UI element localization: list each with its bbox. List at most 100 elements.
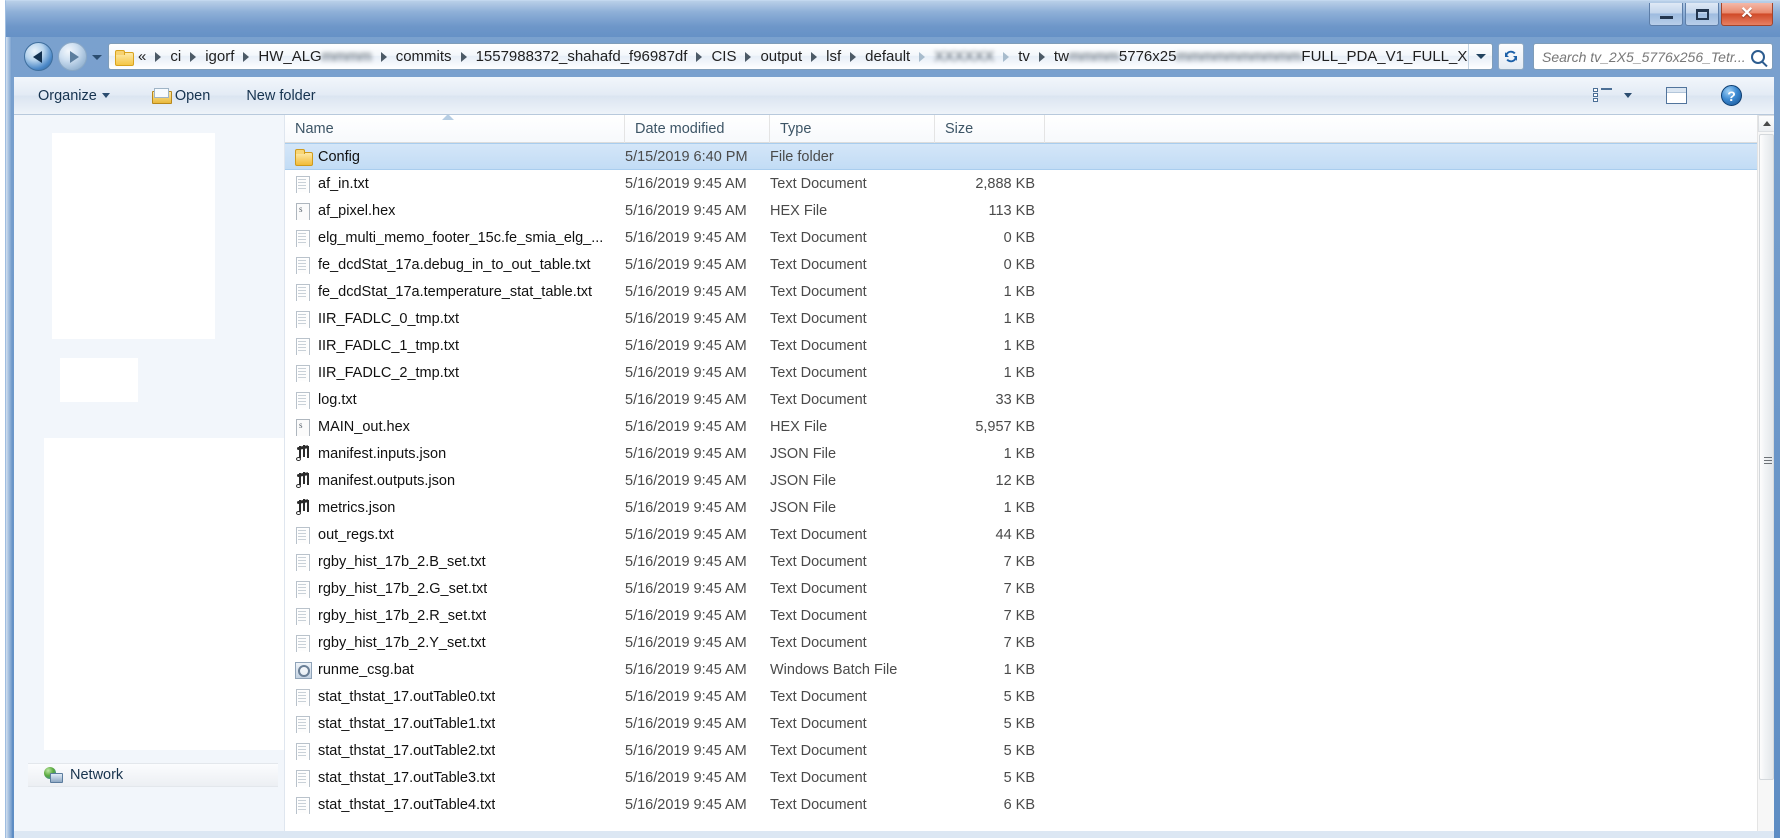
file-type-cell: Windows Batch File: [770, 661, 898, 678]
breadcrumb-separator-icon: [1038, 51, 1045, 62]
table-row[interactable]: stat_thstat_17.outTable0.txt 5/16/2019 9:…: [285, 683, 1774, 710]
table-row[interactable]: fe_dcdStat_17a.debug_in_to_out_table.txt…: [285, 251, 1774, 278]
breadcrumb-overflow[interactable]: «: [135, 44, 149, 69]
redacted-text: XXXXXX: [934, 48, 995, 65]
table-row[interactable]: af_in.txt 5/16/2019 9:45 AM Text Document 2…: [285, 170, 1774, 197]
table-row[interactable]: rgby_hist_17b_2.G_set.txt 5/16/2019 9:45 …: [285, 575, 1774, 602]
file-size-cell: 2,888 KB: [975, 175, 1035, 192]
table-row[interactable]: metrics.json 5/16/2019 9:45 AM JSON File 1 …: [285, 494, 1774, 521]
scroll-up-button[interactable]: [1758, 115, 1774, 132]
text-file-icon: [295, 553, 310, 571]
file-name-cell: af_in.txt: [285, 175, 625, 193]
maximize-button[interactable]: [1685, 3, 1719, 26]
file-name-label: rgby_hist_17b_2.R_set.txt: [318, 607, 487, 624]
refresh-button[interactable]: [1498, 43, 1524, 70]
table-row[interactable]: manifest.inputs.json 5/16/2019 9:45 AM JSO…: [285, 440, 1774, 467]
breadcrumb-separator-icon: [919, 51, 926, 62]
file-name-cell: manifest.inputs.json: [285, 444, 625, 463]
forward-button[interactable]: [58, 42, 87, 71]
breadcrumb-item-commit-hash[interactable]: 1557988372_shahafd_f96987df: [473, 44, 691, 69]
file-name-cell: IIR_FADLC_0_tmp.txt: [285, 310, 625, 328]
file-name-label: rgby_hist_17b_2.Y_set.txt: [318, 634, 486, 651]
file-size-cell: 5 KB: [1003, 688, 1035, 705]
organize-button[interactable]: Organize: [28, 84, 120, 108]
table-row[interactable]: rgby_hist_17b_2.Y_set.txt 5/16/2019 9:45 …: [285, 629, 1774, 656]
breadcrumb-item-hwalg[interactable]: HW_ALGmmmm: [255, 44, 374, 69]
title-bar-glass: [6, 1, 1780, 37]
search-box[interactable]: Search tv_2X5_5776x256_Tetr...: [1533, 43, 1773, 70]
close-icon: ✕: [1740, 5, 1754, 22]
text-file-icon: [295, 256, 310, 274]
file-type-cell: Text Document: [770, 337, 867, 354]
file-name-label: log.txt: [318, 391, 357, 408]
file-date-cell: 5/16/2019 9:45 AM: [625, 256, 747, 273]
column-header-name[interactable]: Name: [285, 115, 625, 143]
column-header-type[interactable]: Type: [770, 115, 935, 143]
column-header-size[interactable]: Size: [935, 115, 1045, 143]
network-icon: [44, 767, 63, 783]
file-date-cell: 5/16/2019 9:45 AM: [625, 418, 747, 435]
help-button[interactable]: ?: [1711, 81, 1752, 110]
table-row[interactable]: elg_multi_memo_footer_15c.fe_smia_elg_..…: [285, 224, 1774, 251]
file-date-cell: 5/16/2019 9:45 AM: [625, 202, 747, 219]
breadcrumb-item-lsf[interactable]: lsf: [823, 44, 844, 69]
navigation-pane[interactable]: Network: [14, 115, 285, 831]
scrollbar-thumb[interactable]: [1759, 134, 1774, 780]
file-name-label: stat_thstat_17.outTable0.txt: [318, 688, 496, 705]
search-input[interactable]: Search tv_2X5_5776x256_Tetr...: [1542, 49, 1751, 65]
table-row[interactable]: stat_thstat_17.outTable2.txt 5/16/2019 9:…: [285, 737, 1774, 764]
change-view-button[interactable]: [1583, 84, 1642, 108]
table-row[interactable]: stat_thstat_17.outTable4.txt 5/16/2019 9:…: [285, 791, 1774, 818]
text-file-icon: [295, 310, 310, 328]
breadcrumb-item-output[interactable]: output: [757, 44, 805, 69]
breadcrumb-item-default[interactable]: default: [862, 44, 913, 69]
table-row[interactable]: stat_thstat_17.outTable3.txt 5/16/2019 9:…: [285, 764, 1774, 791]
minimize-button[interactable]: [1649, 3, 1683, 26]
table-row[interactable]: rgby_hist_17b_2.R_set.txt 5/16/2019 9:45 …: [285, 602, 1774, 629]
vertical-scrollbar[interactable]: [1757, 115, 1774, 831]
file-type-cell: HEX File: [770, 418, 828, 435]
breadcrumb-item-redacted[interactable]: XXXXXX: [931, 44, 997, 69]
breadcrumb-item-igorf[interactable]: igorf: [202, 44, 237, 69]
table-row[interactable]: MAIN_out.hex 5/16/2019 9:45 AM HEX File 5,9…: [285, 413, 1774, 440]
preview-pane-button[interactable]: [1656, 83, 1697, 108]
table-row[interactable]: fe_dcdStat_17a.temperature_stat_table.tx…: [285, 278, 1774, 305]
file-size-cell: 5,957 KB: [975, 418, 1035, 435]
table-row[interactable]: runme_csg.bat 5/16/2019 9:45 AM Windows Ba…: [285, 656, 1774, 683]
json-file-icon: [295, 471, 310, 490]
file-name-cell: MAIN_out.hex: [285, 418, 625, 436]
close-button[interactable]: ✕: [1721, 3, 1773, 26]
breadcrumb-item-ci[interactable]: ci: [167, 44, 184, 69]
back-button[interactable]: [24, 42, 53, 71]
recent-locations-button[interactable]: [90, 50, 104, 64]
breadcrumb-item-tv[interactable]: tv: [1015, 44, 1033, 69]
file-type-cell: Text Document: [770, 607, 867, 624]
table-row[interactable]: out_regs.txt 5/16/2019 9:45 AM Text Docume…: [285, 521, 1774, 548]
sidebar-item-network[interactable]: Network: [28, 763, 278, 787]
table-row[interactable]: log.txt 5/16/2019 9:45 AM Text Document 33 …: [285, 386, 1774, 413]
open-button[interactable]: Open: [142, 84, 220, 108]
table-row[interactable]: rgby_hist_17b_2.B_set.txt 5/16/2019 9:45 …: [285, 548, 1774, 575]
breadcrumb-item-cis[interactable]: CIS: [708, 44, 739, 69]
file-list-pane[interactable]: Name Date modified Type Size Config 5/15/…: [285, 115, 1774, 831]
new-folder-button[interactable]: New folder: [236, 84, 325, 108]
column-header-date-modified[interactable]: Date modified: [625, 115, 770, 143]
table-row[interactable]: IIR_FADLC_2_tmp.txt 5/16/2019 9:45 AM Text…: [285, 359, 1774, 386]
text-file-icon: [295, 175, 310, 193]
file-size-cell: 1 KB: [1003, 310, 1035, 327]
file-name-cell: stat_thstat_17.outTable4.txt: [285, 796, 625, 814]
breadcrumb-separator-icon: [155, 51, 162, 62]
address-dropdown-button[interactable]: [1468, 44, 1492, 69]
table-row[interactable]: af_pixel.hex 5/16/2019 9:45 AM HEX File 113…: [285, 197, 1774, 224]
file-size-cell: 1 KB: [1003, 499, 1035, 516]
table-row[interactable]: stat_thstat_17.outTable1.txt 5/16/2019 9:…: [285, 710, 1774, 737]
table-row[interactable]: IIR_FADLC_0_tmp.txt 5/16/2019 9:45 AM Text…: [285, 305, 1774, 332]
table-row[interactable]: manifest.outputs.json 5/16/2019 9:45 AM JS…: [285, 467, 1774, 494]
breadcrumb-item-commits[interactable]: commits: [393, 44, 455, 69]
address-bar[interactable]: « ci igorf HW_ALGmmmm commits 1557988372…: [108, 43, 1493, 70]
table-row[interactable]: IIR_FADLC_1_tmp.txt 5/16/2019 9:45 AM Text…: [285, 332, 1774, 359]
table-row[interactable]: Config 5/15/2019 6:40 PM File folder: [285, 143, 1774, 170]
redacted-block: [60, 358, 138, 402]
breadcrumb-item-current[interactable]: twmmmm5776x25mmmmmmmmmmFULL_PDA_V1_FULL_…: [1051, 44, 1468, 69]
file-type-cell: Text Document: [770, 553, 867, 570]
